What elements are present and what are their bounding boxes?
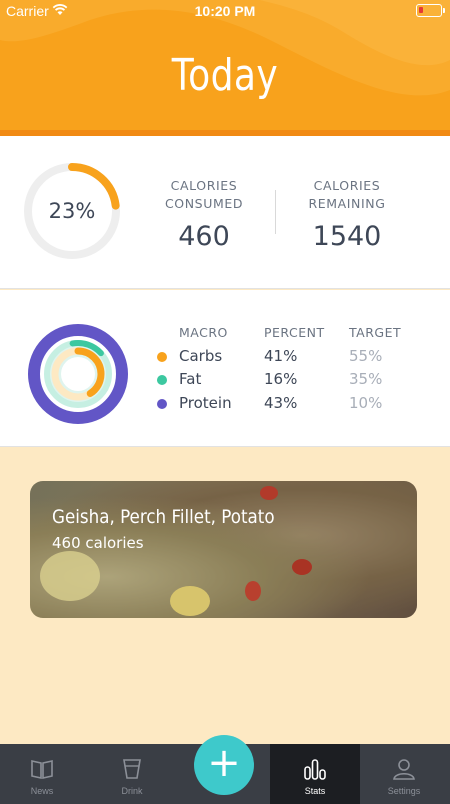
- calories-remaining-stat: CALORIES REMAINING 1540: [287, 177, 407, 252]
- status-bar: Carrier 10:20 PM: [0, 0, 450, 22]
- tomato-piece: [292, 559, 312, 575]
- tab-label: Stats: [304, 786, 326, 796]
- stats-divider: [275, 190, 276, 234]
- target-header: TARGET: [349, 325, 402, 340]
- calories-remaining-value: 1540: [312, 221, 382, 252]
- meal-card[interactable]: Geisha, Perch Fillet, Potato 460 calorie…: [30, 481, 417, 618]
- battery-icon: [416, 4, 445, 17]
- macro-row-carbs: Carbs 41% 55%: [0, 347, 450, 367]
- macro-name: Carbs: [179, 347, 223, 365]
- meal-calories: 460 calories: [52, 534, 144, 552]
- potato-piece: [40, 551, 100, 601]
- carbs-dot: [157, 352, 167, 362]
- macro-name: Protein: [179, 394, 232, 412]
- tomato-piece: [260, 486, 278, 500]
- macro-percent: 41%: [264, 347, 298, 365]
- plus-icon: +: [207, 740, 241, 786]
- calories-card: 23% CALORIES CONSUMED 460 CALORIES REMAI…: [0, 136, 450, 289]
- macro-header: MACRO: [179, 325, 228, 340]
- macros-card: MACRO PERCENT TARGET Carbs 41% 55% Fat 1…: [0, 290, 450, 447]
- tab-label: Settings: [387, 786, 421, 796]
- meal-title: Geisha, Perch Fillet, Potato: [52, 506, 275, 528]
- book-icon: [31, 760, 53, 779]
- person-icon: [393, 759, 415, 780]
- macro-target: 10%: [349, 394, 383, 412]
- macro-target: 35%: [349, 370, 383, 388]
- macro-percent: 43%: [264, 394, 298, 412]
- bar-chart-icon: [304, 759, 326, 780]
- tomato-piece: [245, 581, 261, 601]
- fat-dot: [157, 375, 167, 385]
- protein-dot: [157, 399, 167, 409]
- macro-target: 55%: [349, 347, 383, 365]
- glass-icon: [123, 759, 141, 779]
- calories-percent-label: 23%: [48, 199, 96, 223]
- page-title: Today: [171, 50, 279, 101]
- percent-header: PERCENT: [264, 325, 325, 340]
- macro-name: Fat: [179, 370, 202, 388]
- calories-remaining-label: CALORIES REMAINING: [308, 178, 386, 211]
- calories-consumed-label: CALORIES CONSUMED: [164, 178, 244, 211]
- header: Carrier 10:20 PM Today: [0, 0, 450, 136]
- tab-news[interactable]: News: [0, 744, 84, 804]
- tab-label: Drink: [121, 786, 143, 796]
- tab-label: News: [30, 786, 54, 796]
- macro-percent: 16%: [264, 370, 298, 388]
- calories-consumed-value: 460: [178, 221, 230, 252]
- calories-consumed-stat: CALORIES CONSUMED 460: [144, 177, 264, 252]
- tab-settings[interactable]: Settings: [362, 744, 446, 804]
- macro-row-protein: Protein 43% 10%: [0, 394, 450, 414]
- status-time: 10:20 PM: [194, 3, 256, 19]
- potato-piece: [170, 586, 210, 616]
- macro-row-fat: Fat 16% 35%: [0, 370, 450, 390]
- tab-stats[interactable]: Stats: [270, 744, 360, 804]
- tab-drink[interactable]: Drink: [90, 744, 174, 804]
- add-button[interactable]: +: [194, 735, 254, 795]
